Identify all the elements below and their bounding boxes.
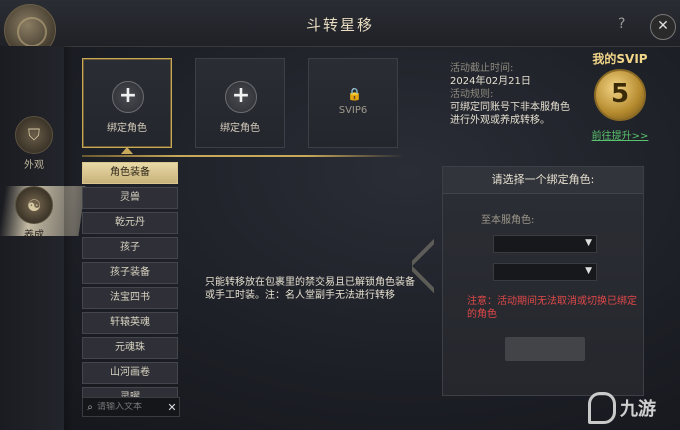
list-item[interactable]: 法宝四书 [82,287,178,309]
plus-icon: + [112,81,144,113]
panel-heading: 请选择一个绑定角色: [443,167,643,194]
list-item[interactable]: 孩子装备 [82,262,178,284]
list-item[interactable]: 孩子 [82,237,178,259]
title-bar: 斗转星移 ? ✕ [0,0,680,47]
lock-icon: 🔒 [347,87,362,101]
upgrade-link[interactable]: 前往提升>> [575,127,665,142]
list-item[interactable]: 元魂珠 [82,337,178,359]
watermark: 九游 [588,392,656,424]
server-label: 至本服角色: [481,215,535,226]
search-input[interactable] [97,402,165,412]
locked-slot-svip6[interactable]: 🔒 SVIP6 [308,58,398,148]
chevron-right-icon [412,238,434,294]
watermark-logo-icon [588,392,616,424]
help-button[interactable]: ? [618,16,625,32]
robe-icon: ⛉ [15,116,53,154]
tab-cultivation[interactable]: ☯ 养成 [0,186,86,241]
list-item[interactable]: 乾元丹 [82,212,178,234]
figure-icon: ☯ [15,186,53,224]
transfer-description: 只能转移放在包裹里的禁交易且已解锁角色装备或手工时装。注：名人堂副手无法进行转移 [205,277,415,301]
divider [64,46,74,430]
server-dropdown[interactable]: ▼ [493,235,597,253]
list-item[interactable]: 灵兽 [82,187,178,209]
warning-notice: 注意：活动期间无法取消或切换已绑定的角色 [467,296,637,320]
tab-label: 养成 [24,230,44,241]
watermark-text: 九游 [620,399,656,420]
deadline-label: 活动截止时间: [450,63,514,74]
list-item[interactable]: 山河画卷 [82,362,178,384]
divider [82,155,404,157]
chevron-down-icon: ▼ [585,266,592,276]
close-button[interactable]: ✕ [650,14,676,40]
rules-text: 可绑定同账号下非本服角色进行外观或养成转移。 [450,102,570,126]
slot-vip-requirement: SVIP6 [338,105,368,116]
list-item[interactable]: 轩辕英魂 [82,312,178,334]
tab-label: 外观 [24,160,44,171]
confirm-button[interactable] [505,337,585,361]
slot-label: 绑定角色 [107,123,147,134]
bind-panel: 请选择一个绑定角色: 至本服角色: ▼ ▼ 注意：活动期间无法取消或切换已绑定的… [442,166,644,396]
category-search: ⌕ ✕ [82,397,180,417]
tab-appearance[interactable]: ⛉ 外观 [12,116,56,171]
deadline-value: 2024年02月21日 [450,76,531,87]
character-dropdown[interactable]: ▼ [493,263,597,281]
svip-level: 5 [594,69,646,121]
sidebar: ⛉ 外观 ☯ 养成 [0,46,86,430]
chevron-down-icon: ▼ [585,238,592,248]
bind-slot-1[interactable]: + 绑定角色 [82,58,172,148]
event-info: 活动截止时间: 2024年02月21日 活动规则: 可绑定同账号下非本服角色进行… [450,62,578,127]
list-item[interactable]: 角色装备 [82,162,178,184]
svip-title: 我的SVIP [592,52,648,66]
plus-icon: + [225,81,257,113]
window-title: 斗转星移 [305,16,374,34]
clear-icon[interactable]: ✕ [165,401,179,414]
slot-label: 绑定角色 [220,123,260,134]
search-icon: ⌕ [87,401,93,413]
bind-slot-2[interactable]: + 绑定角色 [195,58,285,148]
selection-caret-icon [121,147,133,154]
category-list: 角色装备 灵兽 乾元丹 孩子 孩子装备 法宝四书 轩辕英魂 元魂珠 山河画卷 灵… [82,162,178,412]
svip-badge: 我的SVIP 5 前往提升>> [575,50,665,142]
rules-label: 活动规则: [450,89,494,100]
